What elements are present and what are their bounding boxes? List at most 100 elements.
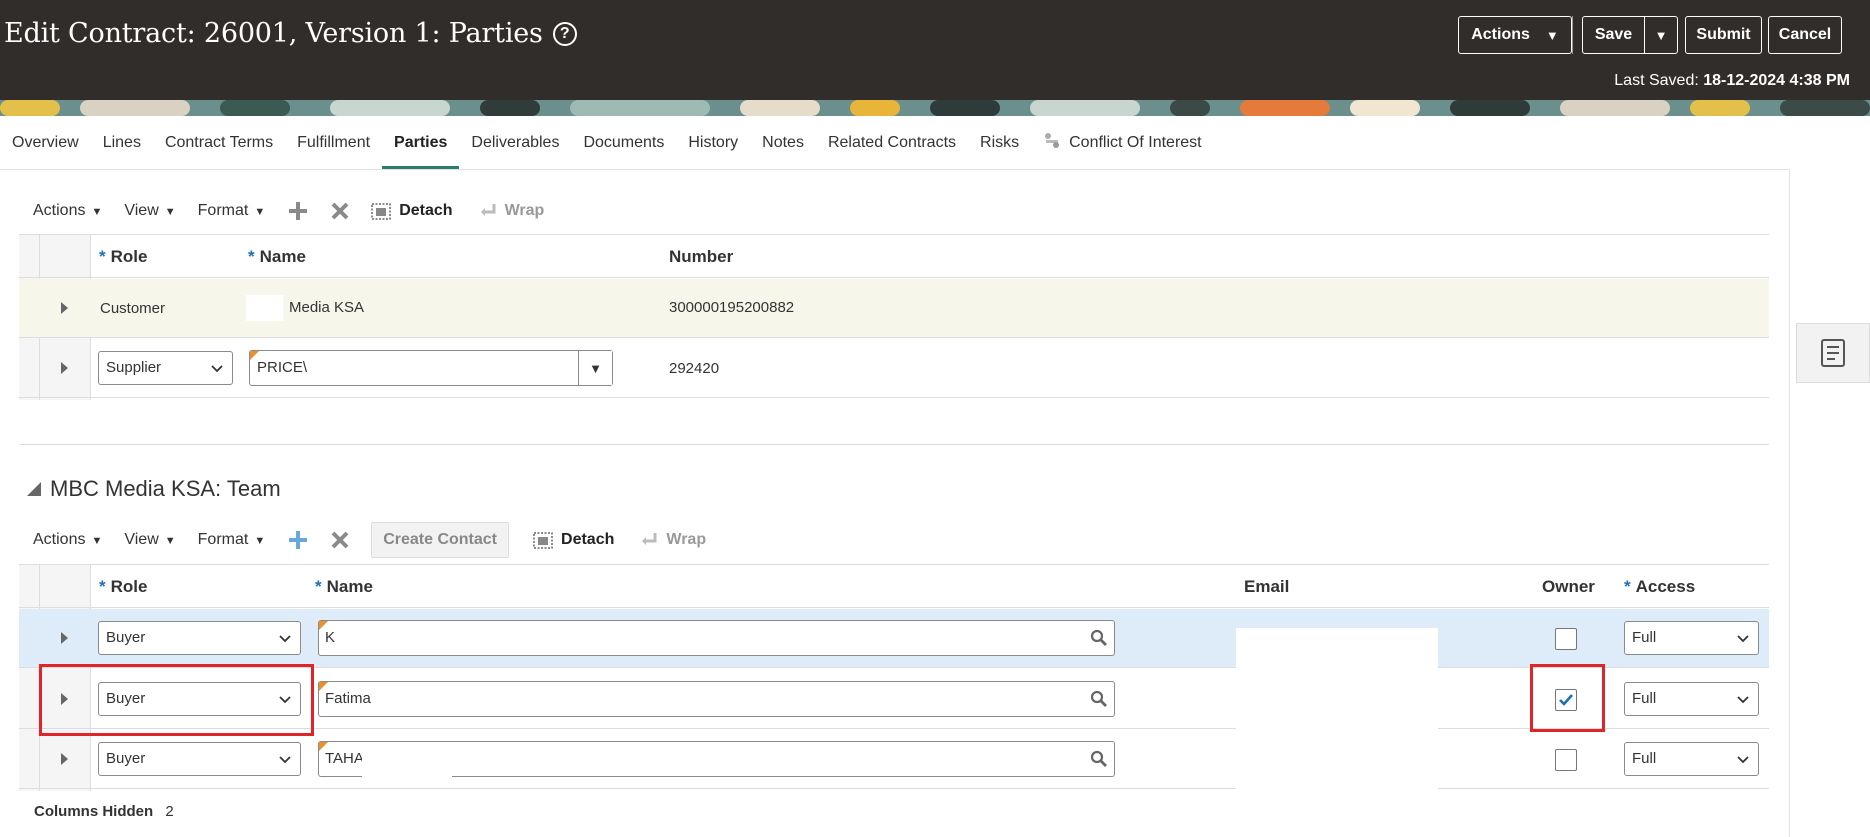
access-value: Full [1632,690,1657,707]
add-icon[interactable] [287,529,309,551]
header-separator [1572,16,1573,54]
parties-view-menu[interactable]: View ▼ [124,202,175,220]
required-icon: * [248,247,255,266]
team-role-select[interactable]: Buyer [98,742,301,776]
dropdown-icon[interactable]: ▼ [578,351,612,385]
parties-format-menu[interactable]: Format ▼ [198,202,266,220]
tab-history[interactable]: History [676,122,750,170]
tab-related-contracts[interactable]: Related Contracts [816,122,968,170]
access-select[interactable]: Full [1624,621,1759,655]
col-header-name-label: Name [259,247,306,266]
cancel-button[interactable]: Cancel [1768,16,1842,54]
tab-notes[interactable]: Notes [750,122,816,170]
team-actions-menu[interactable]: Actions ▼ [33,531,102,549]
search-icon[interactable] [1090,750,1108,768]
delete-icon[interactable] [329,529,351,551]
chevron-down-icon [1737,635,1749,643]
caret-down-icon: ▼ [164,535,176,547]
expand-row-icon[interactable] [61,753,68,765]
save-split-button: Save ▼ [1582,16,1678,54]
side-panel-toggle[interactable] [1796,323,1870,383]
col-header-name[interactable]: * Name [315,577,373,597]
team-detach-label: Detach [561,531,615,548]
team-format-menu[interactable]: Format ▼ [198,531,266,549]
redacted-email [1236,628,1438,789]
tab-conflict-of-interest[interactable]: Conflict Of Interest [1031,122,1214,170]
party-name-combobox[interactable]: PRICE\ ▼ [249,350,613,386]
chevron-down-icon [1737,696,1749,704]
caret-down-icon: ▼ [254,535,266,547]
tab-documents[interactable]: Documents [571,122,676,170]
expand-row-icon[interactable] [61,632,68,644]
col-header-role[interactable]: * Role [99,247,147,267]
tab-parties[interactable]: Parties [382,122,460,170]
actions-menu-button[interactable]: Actions ▼ [1458,16,1572,54]
team-detach-button[interactable]: Detach [533,530,614,550]
save-options-icon[interactable]: ▼ [1645,17,1677,53]
caret-down-icon: ▼ [91,535,103,547]
parties-detach-button[interactable]: Detach [371,201,453,221]
collapse-icon[interactable] [27,482,41,496]
help-icon[interactable]: ? [552,21,577,46]
caret-down-icon: ▼ [91,206,103,218]
save-button[interactable]: Save [1583,17,1645,53]
search-icon[interactable] [1090,629,1108,647]
chevron-down-icon [211,365,223,373]
col-header-number[interactable]: Number [669,247,733,267]
submit-button[interactable]: Submit [1685,16,1762,54]
table-row[interactable]: Buyer TAHA Full [19,730,1769,789]
tab-fulfillment[interactable]: Fulfillment [285,122,382,170]
access-select[interactable]: Full [1624,742,1759,776]
team-view-menu[interactable]: View ▼ [124,531,175,549]
wrap-icon [480,204,496,216]
columns-hidden: Columns Hidden 2 [34,803,174,820]
redacted-area [246,295,283,321]
expand-row-icon[interactable] [61,302,68,314]
access-select[interactable]: Full [1624,682,1759,716]
redacted-area [390,621,465,655]
col-header-email[interactable]: Email [1244,577,1289,597]
page-title-text: Edit Contract: 26001, Version 1: Parties [4,18,543,49]
contract-tabs: Overview Lines Contract Terms Fulfillmen… [0,122,1214,170]
required-icon: * [1624,577,1631,596]
team-role-value: Buyer [106,750,146,767]
highlight-box-role [39,664,314,736]
party-role-select[interactable]: Supplier [98,351,233,385]
parties-toolbar: Actions ▼ View ▼ Format ▼ Detach Wrap [33,192,570,230]
col-header-role[interactable]: * Role [99,577,147,597]
parties-view-label: View [124,202,159,219]
owner-checkbox[interactable] [1555,628,1577,650]
col-header-role-label: Role [110,577,148,596]
add-icon[interactable] [287,200,309,222]
search-icon[interactable] [1090,690,1108,708]
tab-deliverables[interactable]: Deliverables [459,122,571,170]
table-row[interactable]: Supplier PRICE\ ▼ 292420 [19,339,1769,398]
tab-conflict-of-interest-label: Conflict Of Interest [1069,134,1202,151]
party-name[interactable]: Media KSA [289,299,364,316]
col-header-owner[interactable]: Owner [1542,577,1595,597]
owner-checkbox[interactable] [1555,749,1577,771]
parties-actions-menu[interactable]: Actions ▼ [33,202,102,220]
tab-lines[interactable]: Lines [91,122,153,170]
tab-risks[interactable]: Risks [968,122,1031,170]
tab-overview[interactable]: Overview [0,122,91,170]
team-name-value: TAHA [325,750,364,767]
caret-down-icon: ▼ [1545,27,1559,43]
columns-hidden-count: 2 [165,803,174,820]
create-contact-button[interactable]: Create Contact [371,522,510,558]
table-row[interactable]: Customer Media KSA 300000195200882 [19,279,1769,338]
parties-wrap-button[interactable]: Wrap [479,202,544,220]
required-icon: * [315,577,322,596]
team-role-select[interactable]: Buyer [98,621,301,655]
table-row[interactable]: Buyer K Full [19,609,1769,668]
col-header-access[interactable]: * Access [1624,577,1695,597]
delete-icon[interactable] [329,200,351,222]
team-role-value: Buyer [106,629,146,646]
decorative-banner [0,100,1870,116]
expand-row-icon[interactable] [61,362,68,374]
col-header-name[interactable]: * Name [248,247,306,267]
team-wrap-button[interactable]: Wrap [640,531,706,549]
team-section-header[interactable]: MBC Media KSA: Team [27,476,281,502]
tab-contract-terms[interactable]: Contract Terms [153,122,285,170]
team-actions-label: Actions [33,531,86,548]
